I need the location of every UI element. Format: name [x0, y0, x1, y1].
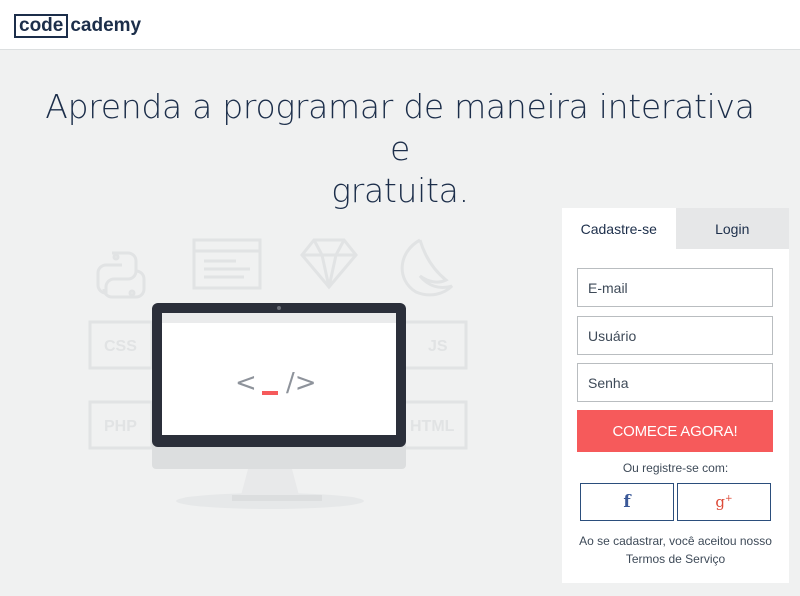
terms-of-service-link[interactable]: Termos de Serviço	[626, 552, 725, 566]
monitor-base	[232, 495, 322, 501]
logo-box-text: code	[14, 14, 69, 38]
register-with-label: Ou registre-se com:	[622, 461, 729, 475]
monitor-stand	[240, 469, 300, 499]
tab-login[interactable]: Login	[675, 208, 789, 249]
terms-notice: Ao se cadastrar, você aceitou nosso Term…	[562, 532, 789, 568]
monitor-screen	[162, 313, 396, 435]
python-icon	[96, 251, 146, 299]
codecademy-logo[interactable]: code cademy	[14, 14, 141, 38]
css-label: CSS	[104, 338, 137, 355]
top-bar: code cademy	[0, 0, 800, 50]
swift-bird-icon	[400, 238, 454, 297]
ruby-gem-icon	[300, 238, 358, 290]
tab-signup[interactable]: Cadastre-se	[562, 208, 676, 249]
google-plus-signup-button[interactable]: g+	[677, 483, 771, 521]
google-plus-g: g	[715, 493, 726, 511]
php-label: PHP	[104, 418, 137, 435]
screen-code-left: <	[235, 368, 257, 398]
page-headline: Aprenda a programar de maneira interativ…	[40, 86, 760, 212]
monitor-screen-topbar	[162, 313, 396, 323]
html-label: HTML	[410, 418, 455, 435]
monitor-camera	[277, 306, 281, 310]
google-plus-plus: +	[725, 494, 733, 504]
logo-rest-text: cademy	[70, 15, 142, 36]
browser-window-icon	[192, 238, 262, 290]
screen-cursor	[262, 391, 278, 395]
auth-tabs: Cadastre-se Login	[562, 208, 789, 249]
password-field[interactable]	[577, 363, 773, 402]
computer-illustration: CSS JS PHP HTML < />	[88, 238, 468, 509]
screen-code-right: />	[286, 368, 317, 398]
google-plus-icon: g+	[715, 493, 732, 511]
signup-card: Cadastre-se Login COMECE AGORA! Ou regis…	[562, 208, 789, 583]
username-field[interactable]	[577, 316, 773, 355]
headline-line-2: gratuita.	[331, 171, 469, 210]
terms-text: Ao se cadastrar, você aceitou nosso	[579, 534, 772, 548]
facebook-icon: f	[623, 492, 631, 512]
facebook-signup-button[interactable]: f	[580, 483, 674, 521]
headline-line-1: Aprenda a programar de maneira interativ…	[45, 87, 755, 168]
js-label: JS	[428, 338, 448, 355]
email-field[interactable]	[577, 268, 773, 307]
start-now-button[interactable]: COMECE AGORA!	[577, 410, 773, 452]
